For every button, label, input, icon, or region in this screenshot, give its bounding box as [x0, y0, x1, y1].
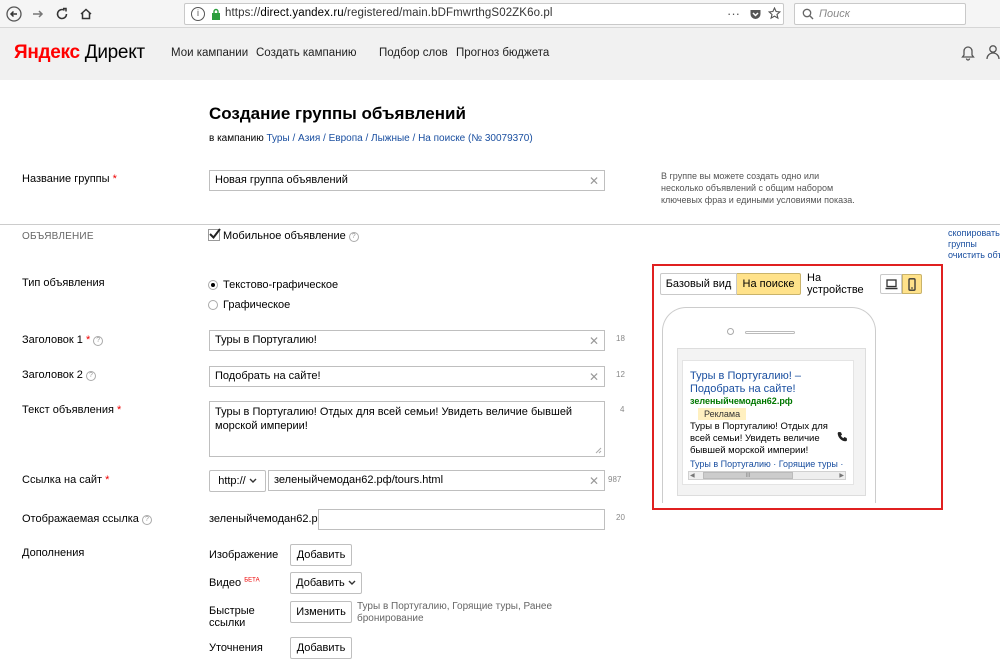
- reload-icon[interactable]: [52, 4, 72, 24]
- url-text: https://direct.yandex.ru/registered/main…: [225, 7, 553, 19]
- ad-preview-domain: зеленыйчемодан62.рф: [690, 396, 793, 406]
- page-title: Создание группы объявлений: [209, 104, 466, 123]
- nav-budget-forecast[interactable]: Прогноз бюджета: [456, 47, 549, 59]
- nav-my-campaigns[interactable]: Мои кампании: [171, 47, 248, 59]
- help-icon[interactable]: ?: [141, 515, 152, 525]
- chevron-down-icon: [348, 580, 356, 585]
- clear-icon[interactable]: ✕: [589, 334, 599, 348]
- camera-icon: [727, 328, 734, 335]
- ad-text-label: Текст объявления *: [22, 404, 122, 416]
- site-link-counter: 987: [608, 475, 622, 484]
- image-label: Изображение: [209, 549, 279, 561]
- tab-on-search[interactable]: На поиске: [737, 273, 801, 295]
- mobile-ad-checkbox[interactable]: [208, 228, 221, 241]
- ad-type-label: Тип объявления: [22, 277, 105, 289]
- scroll-right-icon[interactable]: ▶: [839, 473, 844, 479]
- add-clarifications-button[interactable]: Добавить: [290, 637, 352, 659]
- quicklinks-label: Быстрые: [209, 605, 255, 617]
- ad-preview-title[interactable]: Туры в Португалию! – Подобрать на сайте!: [690, 370, 850, 396]
- ad-type-text-graphic-label: Текстово-графическое: [223, 279, 339, 291]
- add-image-button[interactable]: Добавить: [290, 544, 352, 566]
- device-label: На устройстве: [807, 272, 864, 296]
- title1-input[interactable]: Туры в Португалию! ✕: [209, 330, 605, 351]
- user-icon[interactable]: [986, 44, 1000, 60]
- site-link-label: Ссылка на сайт *: [22, 474, 110, 486]
- speaker-icon: [745, 331, 795, 334]
- ad-type-text-graphic-radio[interactable]: [208, 280, 218, 290]
- protocol-select[interactable]: http://: [209, 470, 266, 492]
- scroll-thumb[interactable]: III: [703, 472, 793, 479]
- search-placeholder: Поиск: [819, 8, 850, 20]
- search-box[interactable]: Поиск: [794, 3, 966, 25]
- quicklinks-label-2: ссылки: [209, 617, 246, 629]
- nav-create-campaign[interactable]: Создать кампанию: [256, 47, 357, 59]
- extras-label: Дополнения: [22, 547, 85, 559]
- tab-base-view[interactable]: Базовый вид: [660, 273, 737, 295]
- display-link-prefix: зеленыйчемодан62.рф/: [209, 513, 330, 525]
- clear-icon[interactable]: ✕: [589, 370, 599, 384]
- chevron-down-icon: [249, 478, 257, 483]
- title1-counter: 18: [616, 334, 625, 343]
- info-icon[interactable]: i: [191, 7, 205, 21]
- search-icon: [802, 8, 814, 20]
- section-ad-label: ОБЪЯВЛЕНИЕ: [22, 231, 94, 242]
- help-icon[interactable]: ?: [85, 371, 96, 381]
- ad-type-graphic-label: Графическое: [223, 299, 291, 311]
- mobile-phone-icon: [908, 278, 916, 291]
- site-header: Яндекс Директ Мои кампании Создать кампа…: [0, 28, 1000, 80]
- bell-icon[interactable]: [961, 45, 975, 61]
- ad-type-graphic-radio[interactable]: [208, 300, 218, 310]
- title2-counter: 12: [616, 370, 625, 379]
- campaign-link[interactable]: Туры / Азия / Европа / Лыжные / На поиск…: [267, 133, 533, 144]
- mobile-device-toggle[interactable]: [902, 274, 922, 294]
- lock-icon: [212, 8, 220, 20]
- resize-handle-icon[interactable]: [595, 447, 602, 454]
- title2-label: Заголовок 2?: [22, 369, 96, 381]
- phone-call-icon: [837, 432, 847, 442]
- title2-input[interactable]: Подобрать на сайте! ✕: [209, 366, 605, 387]
- pocket-icon[interactable]: [749, 8, 762, 21]
- forward-icon[interactable]: [28, 4, 48, 24]
- display-link-label: Отображаемая ссылка?: [22, 513, 152, 525]
- mobile-ad-label: Мобильное объявление?: [223, 230, 359, 242]
- bookmark-star-icon[interactable]: [768, 7, 781, 20]
- video-label: Видео БЕТА: [209, 577, 260, 589]
- scroll-left-icon[interactable]: ◀: [690, 473, 695, 479]
- clarifications-label: Уточнения: [209, 642, 263, 654]
- more-icon[interactable]: ···: [727, 6, 740, 21]
- copy-from-group-link-2[interactable]: группы: [948, 239, 977, 249]
- clear-icon[interactable]: ✕: [589, 474, 599, 488]
- site-link-input[interactable]: зеленыйчемодан62.рф/tours.html ✕: [268, 470, 605, 491]
- logo[interactable]: Яндекс Директ: [14, 42, 145, 64]
- title1-label: Заголовок 1 *?: [22, 334, 104, 346]
- laptop-icon: [885, 279, 898, 290]
- desktop-device-toggle[interactable]: [880, 274, 902, 294]
- back-icon[interactable]: [4, 4, 24, 24]
- copy-from-group-link[interactable]: скопировать с: [948, 228, 1000, 238]
- group-name-input[interactable]: Новая группа объявлений ✕: [209, 170, 605, 191]
- ad-badge: Реклама: [698, 408, 747, 420]
- ad-text-counter: 4: [620, 405, 625, 414]
- nav-word-selection[interactable]: Подбор слов: [379, 47, 448, 59]
- edit-quicklinks-button[interactable]: Изменить: [290, 601, 352, 623]
- ad-text-textarea[interactable]: Туры в Португалию! Отдых для всей семьи!…: [209, 401, 605, 457]
- ad-preview-sitelinks[interactable]: Туры в Португалию · Горящие туры ·: [690, 459, 843, 469]
- help-icon[interactable]: ?: [348, 232, 359, 242]
- section-divider: [0, 224, 1000, 225]
- display-link-input[interactable]: [318, 509, 605, 530]
- add-video-button[interactable]: Добавить: [290, 572, 362, 594]
- clear-ad-link[interactable]: очистить объ: [948, 250, 1000, 260]
- address-bar[interactable]: i https://direct.yandex.ru/registered/ma…: [184, 3, 784, 25]
- group-hint: В группе вы можете создать одно или неск…: [661, 171, 855, 205]
- group-name-label: Название группы *: [22, 173, 117, 185]
- home-icon[interactable]: [76, 4, 96, 24]
- campaign-breadcrumb: в кампанию Туры / Азия / Европа / Лыжные…: [209, 133, 533, 144]
- quicklinks-value: Туры в Португалию, Горящие туры, Ранее б…: [357, 601, 553, 624]
- display-link-counter: 20: [616, 513, 625, 522]
- clear-icon[interactable]: ✕: [589, 174, 599, 188]
- ad-preview-text: Туры в Португалию! Отдых для всей семьи!…: [690, 421, 828, 456]
- help-icon[interactable]: ?: [93, 336, 104, 346]
- beta-badge: БЕТА: [244, 577, 260, 584]
- preview-scrollbar[interactable]: ◀ III ▶: [688, 471, 846, 480]
